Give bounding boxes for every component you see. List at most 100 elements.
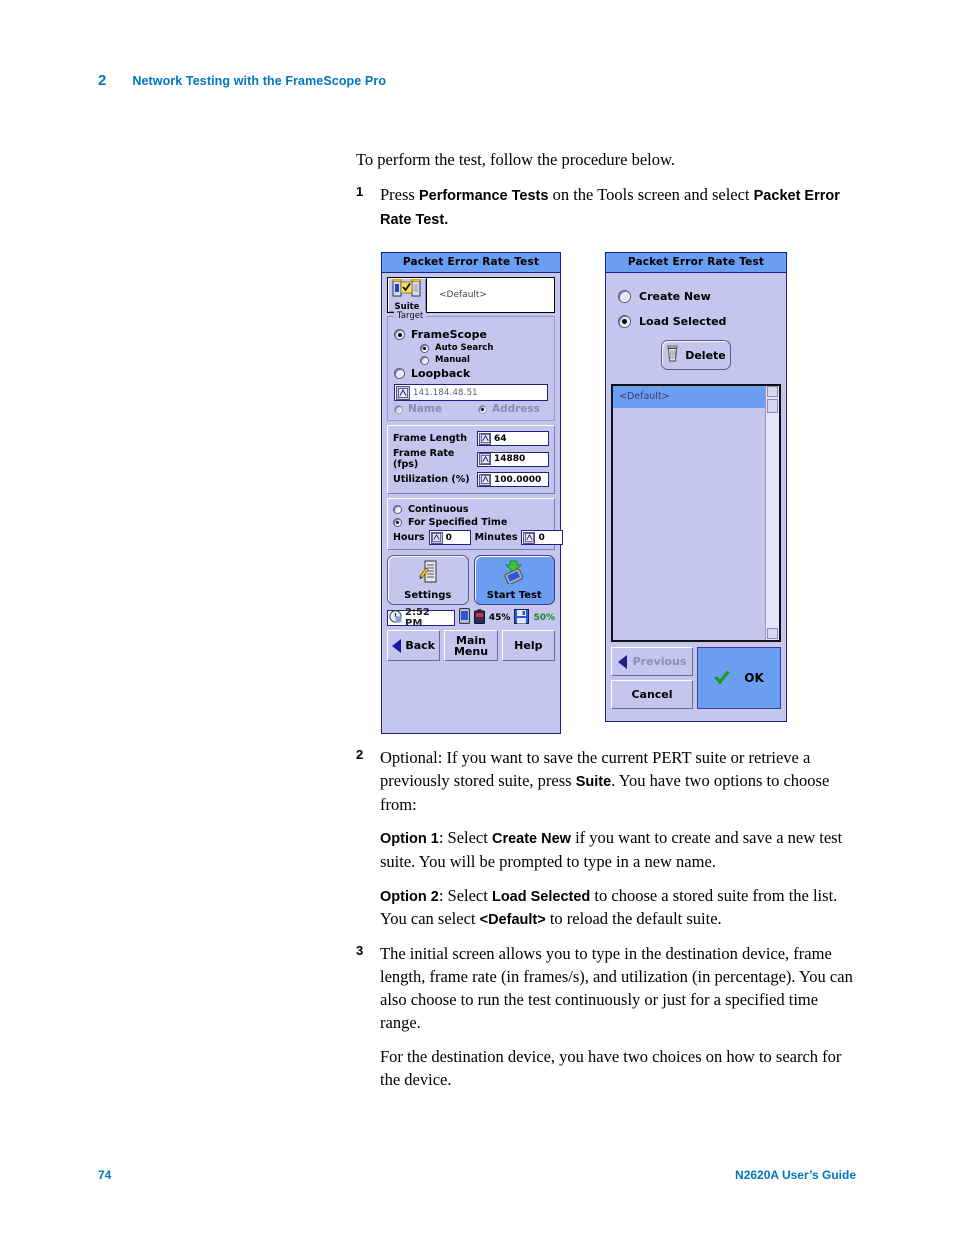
step-1-text-b: on the Tools screen and select xyxy=(548,185,754,205)
radio-load-selected-label: Load Selected xyxy=(639,315,727,328)
hours-label: Hours xyxy=(393,532,425,543)
ok-button[interactable]: OK xyxy=(697,647,781,709)
checkmark-icon xyxy=(714,670,730,687)
step-3-number: 3 xyxy=(356,942,364,958)
radio-specified-time-label: For Specified Time xyxy=(408,517,508,528)
duration-panel: Continuous For Specified Time Hours 0 Mi… xyxy=(387,498,564,550)
chapter-title: Network Testing with the FrameScope Pro xyxy=(132,74,387,88)
keypad-icon[interactable] xyxy=(430,531,443,544)
param-input-utilization[interactable]: 100.0000 xyxy=(477,472,549,487)
parameters-panel: Frame Length 64 Frame Rate (fps) 14880 U… xyxy=(387,425,555,494)
radio-address-label: Address xyxy=(491,403,540,415)
cancel-button[interactable]: Cancel xyxy=(611,680,693,709)
settings-icon xyxy=(418,560,438,588)
radio-load-selected-indicator xyxy=(618,315,631,328)
memory-percent: 50% xyxy=(533,612,555,623)
keypad-icon[interactable] xyxy=(479,432,491,445)
radio-create-new[interactable]: Create New xyxy=(618,290,774,303)
left-device-screen: Packet Error Rate Test Suite <Default> T… xyxy=(381,252,564,734)
suite-list[interactable]: <Default> xyxy=(611,384,781,642)
radio-load-selected[interactable]: Load Selected xyxy=(618,315,774,328)
start-test-button[interactable]: Start Test xyxy=(473,555,555,605)
hours-value: 0 xyxy=(445,532,452,543)
delete-button-label: Delete xyxy=(685,348,726,362)
step-2-bold-suite: Suite xyxy=(575,774,612,791)
minutes-input[interactable]: 0 xyxy=(521,530,564,545)
option-2-bold-load-selected: Load Selected xyxy=(491,888,591,905)
suite-value-field[interactable]: <Default> xyxy=(427,277,555,313)
list-scrollbar[interactable] xyxy=(765,386,779,640)
suite-button[interactable]: Suite xyxy=(387,277,427,313)
keypad-icon[interactable] xyxy=(396,385,410,400)
help-button[interactable]: Help xyxy=(501,630,555,661)
help-button-label: Help xyxy=(514,639,543,652)
action-buttons-row: Settings Start Test xyxy=(387,555,555,605)
step-3-continuation: For the destination device, you have two… xyxy=(380,1046,842,1089)
address-input[interactable]: 141.184.48.51 xyxy=(394,384,548,401)
param-value-frame-length: 64 xyxy=(494,433,507,444)
keypad-icon[interactable] xyxy=(523,531,536,544)
radio-continuous-indicator xyxy=(393,505,402,514)
hours-input[interactable]: 0 xyxy=(428,530,471,545)
hours-minutes-row: Hours 0 Minutes 0 xyxy=(393,530,564,545)
intro-paragraph: To perform the test, follow the procedur… xyxy=(356,150,675,169)
settings-button-label: Settings xyxy=(404,589,452,601)
param-row-utilization: Utilization (%) 100.0000 xyxy=(393,472,549,487)
radio-specified-time[interactable]: For Specified Time xyxy=(393,517,549,528)
settings-button[interactable]: Settings xyxy=(387,555,469,605)
param-label-utilization: Utilization (%) xyxy=(393,474,470,485)
param-input-frame-rate[interactable]: 14880 xyxy=(477,451,549,467)
param-row-frame-length: Frame Length 64 xyxy=(393,431,549,446)
radio-name-label: Name xyxy=(408,403,442,415)
back-arrow-icon xyxy=(392,638,402,653)
scroll-up-arrow-icon[interactable] xyxy=(767,386,778,397)
delete-button[interactable]: Delete xyxy=(661,340,731,370)
option-2-text-c: to reload the default suite. xyxy=(545,909,722,929)
radio-create-new-indicator xyxy=(618,290,631,303)
main-menu-line-2: Menu xyxy=(453,644,489,658)
previous-button[interactable]: Previous xyxy=(611,647,693,676)
clock-time: 2:52 PM xyxy=(405,606,430,629)
clock-display: 2:52 PM xyxy=(387,606,455,629)
main-menu-button[interactable]: Main Menu xyxy=(444,630,498,661)
page-number: 74 xyxy=(98,1168,112,1182)
right-nav-bar: Previous Cancel OK xyxy=(611,647,781,709)
chapter-header: 2 Network Testing with the FrameScope Pr… xyxy=(98,72,386,89)
guide-title: N2620A User’s Guide xyxy=(735,1168,856,1182)
option-1-label: Option 1 xyxy=(380,831,439,848)
radio-manual[interactable]: Manual xyxy=(420,355,548,365)
ok-button-label: OK xyxy=(744,671,764,685)
option-1-bold-create-new: Create New xyxy=(491,831,571,848)
right-screen-titlebar: Packet Error Rate Test xyxy=(606,253,786,273)
radio-loopback-indicator xyxy=(394,368,405,379)
back-button[interactable]: Back xyxy=(387,630,441,661)
trash-icon xyxy=(666,345,680,365)
param-value-frame-rate: 14880 xyxy=(494,454,526,464)
keypad-icon[interactable] xyxy=(479,453,491,465)
scrollbar-thumb[interactable] xyxy=(767,399,778,413)
radio-address-indicator[interactable] xyxy=(477,404,487,414)
param-value-utilization: 100.0000 xyxy=(494,474,542,485)
param-input-frame-length[interactable]: 64 xyxy=(477,431,549,446)
suite-value-text: <Default> xyxy=(439,290,487,300)
scroll-down-arrow-icon[interactable] xyxy=(767,628,778,639)
radio-loopback[interactable]: Loopback xyxy=(394,367,548,380)
step-1: 1 Press Performance Tests on the Tools s… xyxy=(356,183,856,230)
radio-auto-search[interactable]: Auto Search xyxy=(420,343,548,353)
chapter-number: 2 xyxy=(98,72,107,89)
target-group-label: Target xyxy=(394,311,427,321)
main-menu-line-1: Main xyxy=(456,633,486,647)
radio-auto-search-indicator xyxy=(420,343,429,353)
target-group: Target FrameScope Auto Search Manual Loo… xyxy=(387,311,555,421)
minutes-label: Minutes xyxy=(474,532,518,543)
radio-manual-label: Manual xyxy=(435,355,470,365)
radio-framescope-label: FrameScope xyxy=(411,328,487,341)
radio-name-indicator[interactable] xyxy=(394,404,403,414)
keypad-icon[interactable] xyxy=(479,473,491,486)
list-item[interactable]: <Default> xyxy=(613,386,766,408)
radio-framescope[interactable]: FrameScope xyxy=(394,328,548,341)
radio-loopback-label: Loopback xyxy=(411,367,471,380)
option-2-bold-default: <Default> xyxy=(479,912,546,929)
bottom-nav-bar: Back Main Menu Help xyxy=(387,630,555,661)
radio-continuous[interactable]: Continuous xyxy=(393,504,549,515)
